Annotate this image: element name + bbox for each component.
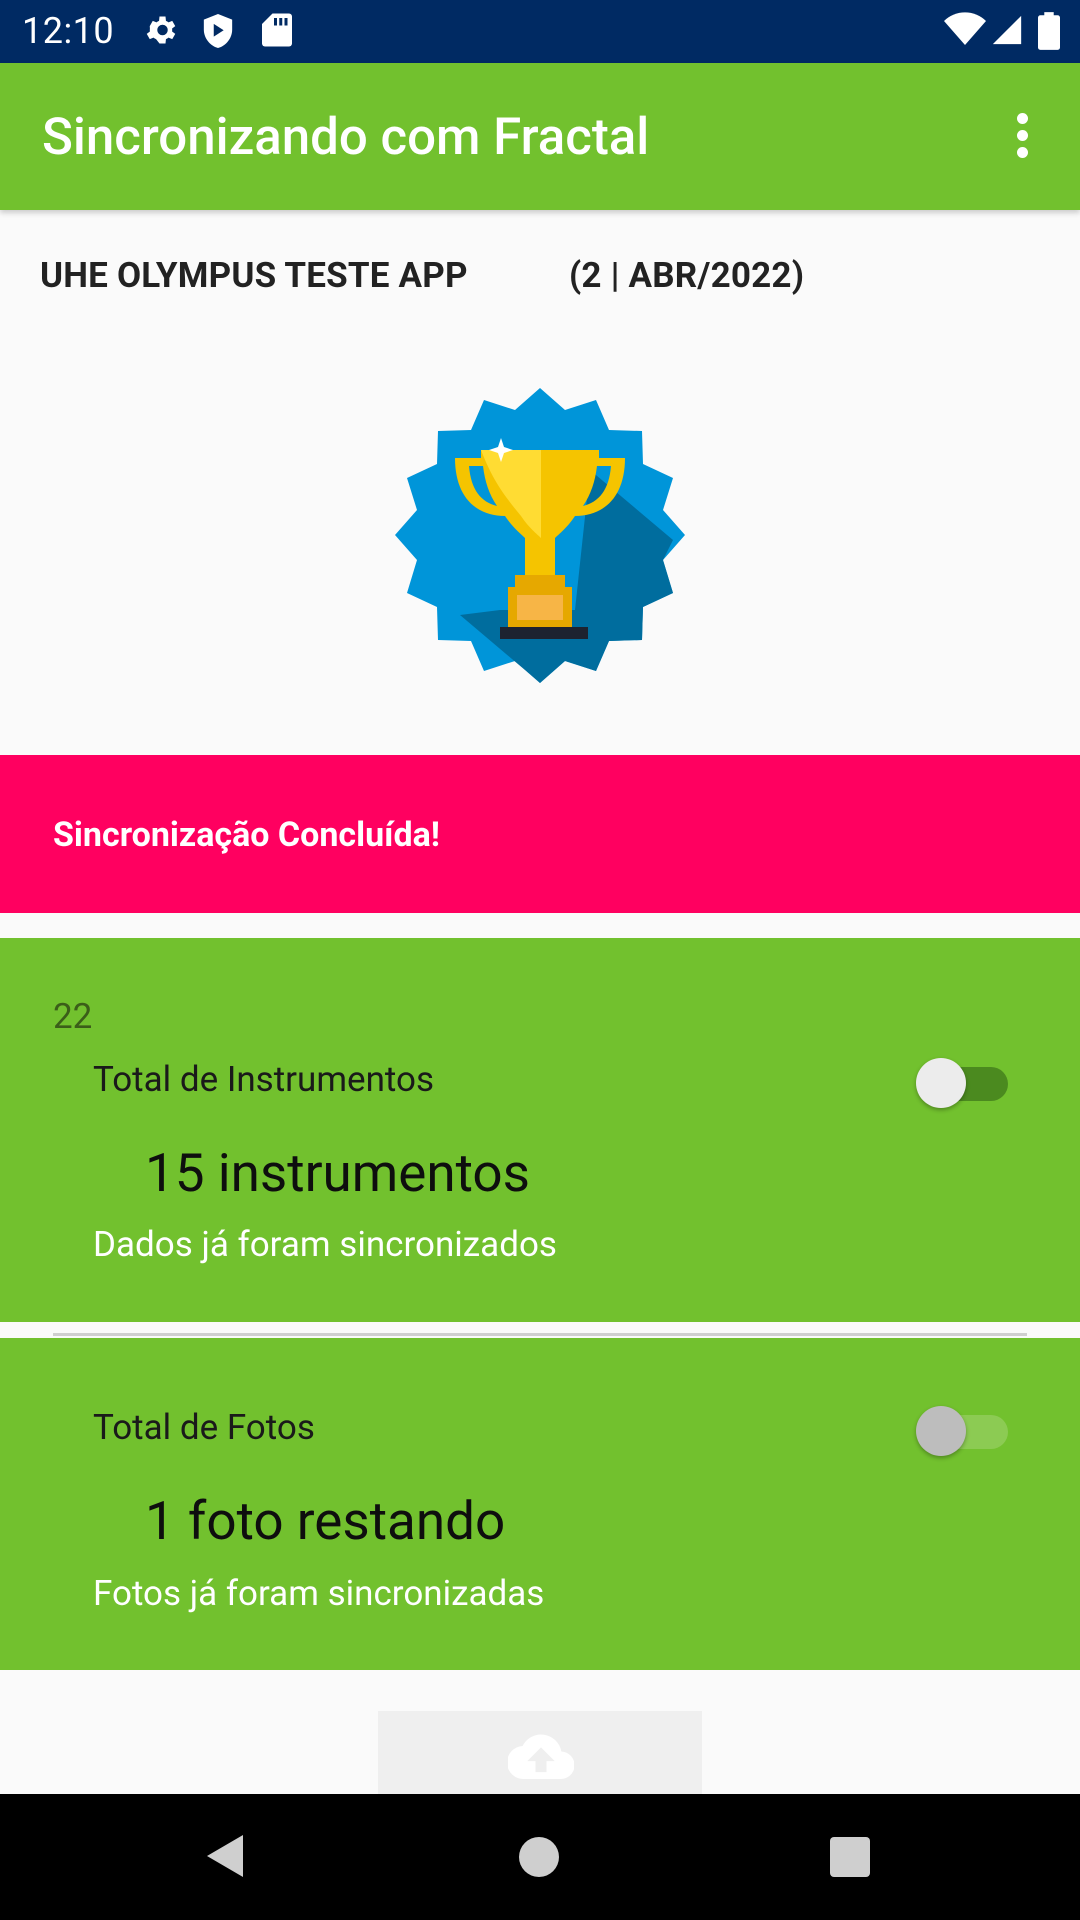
photos-toggle[interactable] [912,1400,1008,1456]
status-time: 12:10 [22,10,115,52]
app-toolbar: Sincronizando com Fractal [0,63,1080,210]
wifi-icon [944,12,986,45]
instruments-count: 22 [53,996,93,1037]
status-bar: 12:10 [0,0,1080,63]
photos-label: Total de Fotos [93,1407,315,1448]
toggle-thumb [916,1058,966,1108]
toolbar-title: Sincronizando com Fractal [42,108,650,167]
home-icon[interactable] [519,1837,559,1877]
shield-icon [203,14,233,48]
back-icon[interactable] [205,1833,245,1879]
banner-text: Sincronização Concluída! [53,815,441,855]
upload-button[interactable] [378,1711,702,1807]
system-nav-bar [0,1794,1080,1920]
project-name: UHE OLYMPUS TESTE APP [40,255,468,296]
instruments-toggle[interactable] [912,1052,1008,1108]
battery-icon [1038,12,1060,50]
photos-value: 1 foto restando [145,1490,506,1552]
photos-status: Fotos já foram sincronizadas [93,1573,545,1614]
recents-icon[interactable] [830,1837,870,1877]
gear-icon [146,16,176,44]
sd-card-icon [262,13,292,47]
instruments-value: 15 instrumentos [145,1142,531,1204]
instruments-status: Dados já foram sincronizados [93,1224,557,1265]
divider [53,1333,1027,1336]
more-vert-icon[interactable] [1000,113,1044,163]
instruments-label: Total de Instrumentos [93,1059,435,1100]
toggle-thumb [916,1406,966,1456]
trophy-badge-icon [395,388,685,683]
cloud-upload-icon [508,1734,574,1780]
sync-complete-banner: Sincronização Concluída! [0,755,1080,913]
signal-icon [992,15,1022,45]
project-period: (2 | ABR/2022) [569,255,805,296]
